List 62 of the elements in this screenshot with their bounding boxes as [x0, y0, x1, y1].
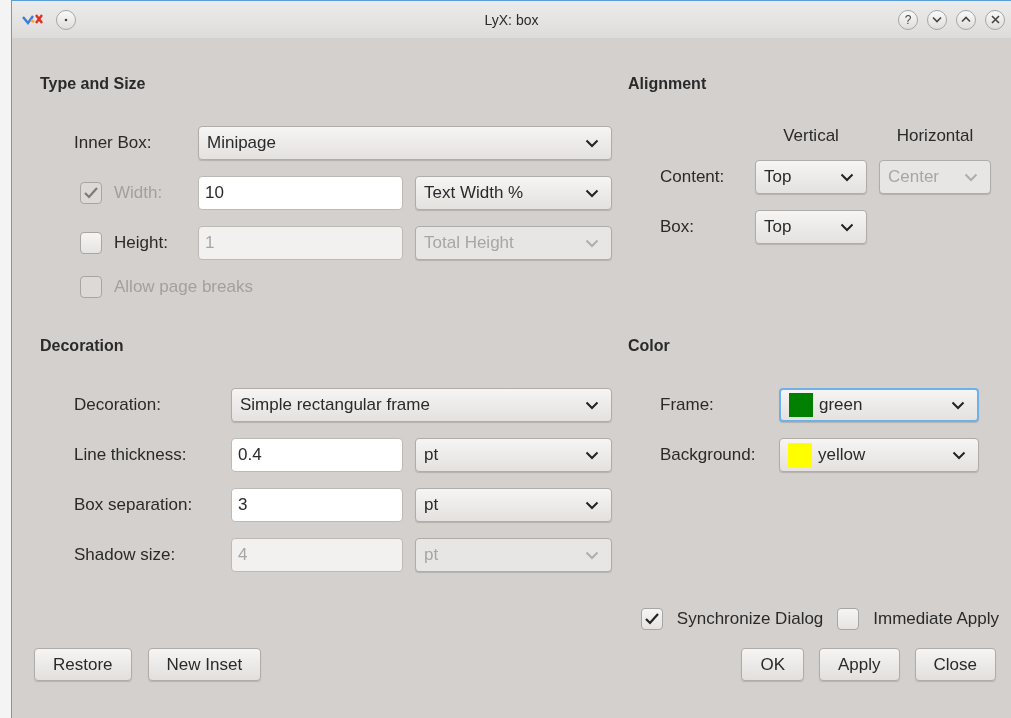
- chevron-down-icon: [964, 172, 978, 182]
- chevron-down-icon: [951, 400, 965, 410]
- logo-icon: [22, 12, 44, 27]
- dialog-button[interactable]: Restore: [34, 648, 132, 681]
- chevron-down-icon: [585, 550, 599, 560]
- chevron-down-icon: [840, 222, 854, 232]
- field-label: Frame:: [660, 395, 715, 415]
- chevron-down-icon: [585, 188, 599, 198]
- chevron-down-icon: [585, 450, 599, 460]
- window-title: LyX: box: [484, 11, 539, 28]
- dropdown[interactable]: Top: [755, 160, 867, 194]
- dropdown[interactable]: Text Width %: [415, 176, 612, 210]
- field-label: Shadow size:: [74, 545, 177, 565]
- minimize-button[interactable]: [927, 9, 947, 30]
- menu-button[interactable]: [56, 9, 76, 30]
- close-button[interactable]: [985, 9, 1005, 30]
- chevron-down-icon: [952, 450, 966, 460]
- dialog-button[interactable]: New Inset: [147, 648, 262, 681]
- dropdown[interactable]: pt: [415, 438, 612, 472]
- input-field[interactable]: 10: [198, 176, 403, 210]
- color-dropdown[interactable]: yellow: [779, 438, 979, 472]
- checkbox-label: Height:: [114, 233, 168, 253]
- color-dropdown[interactable]: green: [779, 388, 979, 422]
- section-heading: Decoration: [40, 336, 125, 356]
- chevron-up-icon: [961, 16, 971, 23]
- dialog-button[interactable]: Close: [914, 648, 996, 681]
- checkbox[interactable]: [837, 608, 860, 630]
- checkbox[interactable]: [80, 232, 102, 254]
- field-label: Box separation:: [74, 495, 194, 515]
- field-label: Box:: [660, 217, 696, 237]
- input-field[interactable]: 0.4: [231, 438, 403, 472]
- section-heading: Type and Size: [40, 74, 147, 94]
- checkbox-label: Immediate Apply: [873, 609, 999, 629]
- maximize-button[interactable]: [956, 9, 976, 30]
- input-field[interactable]: 3: [231, 488, 403, 522]
- field-label: Decoration:: [74, 395, 162, 415]
- field-label: Background:: [660, 445, 757, 465]
- checkmark-icon: [83, 186, 99, 200]
- dropdown[interactable]: pt: [415, 488, 612, 522]
- field-label: Content:: [660, 167, 726, 187]
- chevron-down-icon: [932, 16, 942, 23]
- chevron-down-icon: [585, 400, 599, 410]
- checkbox-label: Synchronize Dialog: [676, 609, 824, 629]
- section-heading: Alignment: [628, 74, 708, 94]
- dropdown[interactable]: Top: [755, 210, 867, 244]
- field-label: Inner Box:: [74, 133, 153, 153]
- chevron-down-icon: [585, 238, 599, 248]
- close-icon: [990, 15, 1000, 24]
- field-label: Line thickness:: [74, 445, 188, 465]
- chevron-down-icon: [585, 138, 599, 148]
- dialog-button[interactable]: OK: [741, 648, 804, 681]
- help-button[interactable]: ?: [898, 9, 918, 30]
- dialog-button[interactable]: Apply: [819, 648, 900, 681]
- chevron-down-icon: [585, 500, 599, 510]
- checkbox[interactable]: [640, 608, 663, 630]
- section-heading: Color: [628, 336, 671, 356]
- dropdown[interactable]: Minipage: [198, 126, 612, 160]
- column-heading: Horizontal: [895, 126, 975, 147]
- dropdown[interactable]: Simple rectangular frame: [231, 388, 612, 422]
- chevron-down-icon: [840, 172, 854, 182]
- column-heading: Vertical: [782, 126, 840, 147]
- checkmark-icon: [643, 612, 660, 626]
